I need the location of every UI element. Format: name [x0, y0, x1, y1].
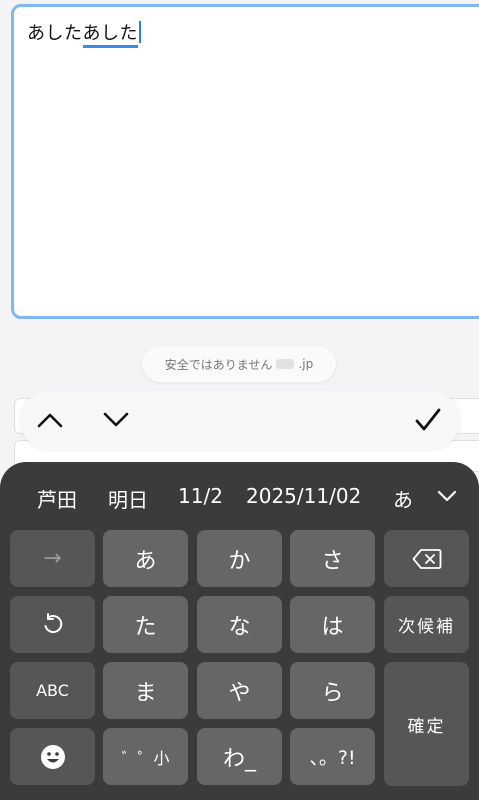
composing-text: あした [82, 23, 138, 48]
japanese-keyboard: 芦田 明日 11/2 2025/11/02 あ → あ か さ た な は 次候… [0, 462, 479, 800]
chevron-down-icon [103, 412, 129, 427]
key-ha[interactable]: は [290, 596, 375, 653]
undo-icon [44, 612, 62, 633]
checkmark-icon [415, 408, 441, 431]
text-input-area[interactable]: あしたあした [11, 4, 479, 319]
editor-text: あしたあした [27, 19, 141, 48]
abc-mode-key[interactable]: ABC [10, 662, 95, 719]
key-wa[interactable]: わ_ [197, 728, 282, 785]
key-ta[interactable]: た [103, 596, 188, 653]
key-ya[interactable]: や [197, 662, 282, 719]
done-button[interactable] [400, 391, 456, 449]
key-a[interactable]: あ [103, 530, 188, 587]
key-sa[interactable]: さ [290, 530, 375, 587]
domain-suffix: .jp [298, 357, 314, 371]
candidate-1[interactable]: 芦田 [37, 484, 77, 513]
key-ma[interactable]: ま [103, 662, 188, 719]
next-char-arrow-key[interactable]: → [10, 530, 95, 587]
form-navigation-bar [20, 391, 460, 449]
committed-text: あした [27, 23, 83, 44]
next-field-button[interactable] [88, 391, 144, 449]
dakuten-small-key[interactable]: ゛゜小 [103, 728, 188, 785]
redacted-domain [276, 359, 295, 369]
emoji-key[interactable] [10, 728, 95, 785]
backspace-key[interactable] [384, 530, 469, 587]
key-ka[interactable]: か [197, 530, 282, 587]
candidate-2[interactable]: 明日 [108, 484, 148, 513]
previous-field-button[interactable] [22, 391, 78, 449]
punctuation-key[interactable]: 、。?! [290, 728, 375, 785]
expand-candidates-button[interactable] [433, 482, 461, 510]
emoji-icon [40, 744, 65, 769]
chevron-up-icon [37, 413, 63, 428]
next-candidate-key[interactable]: 次候補 [384, 596, 469, 653]
candidate-5[interactable]: あ [393, 484, 413, 513]
key-na[interactable]: な [197, 596, 282, 653]
backspace-icon [412, 548, 441, 569]
domain-banner[interactable]: 安全ではありません .jp [142, 346, 336, 382]
insecure-label: 安全ではありません [164, 357, 273, 372]
confirm-key[interactable]: 確定 [384, 662, 469, 786]
candidate-3[interactable]: 11/2 [178, 484, 223, 508]
text-caret [139, 21, 141, 43]
key-ra[interactable]: ら [290, 662, 375, 719]
chevron-down-icon [437, 490, 457, 502]
candidate-4[interactable]: 2025/11/02 [246, 484, 361, 508]
undo-key[interactable] [10, 596, 95, 653]
